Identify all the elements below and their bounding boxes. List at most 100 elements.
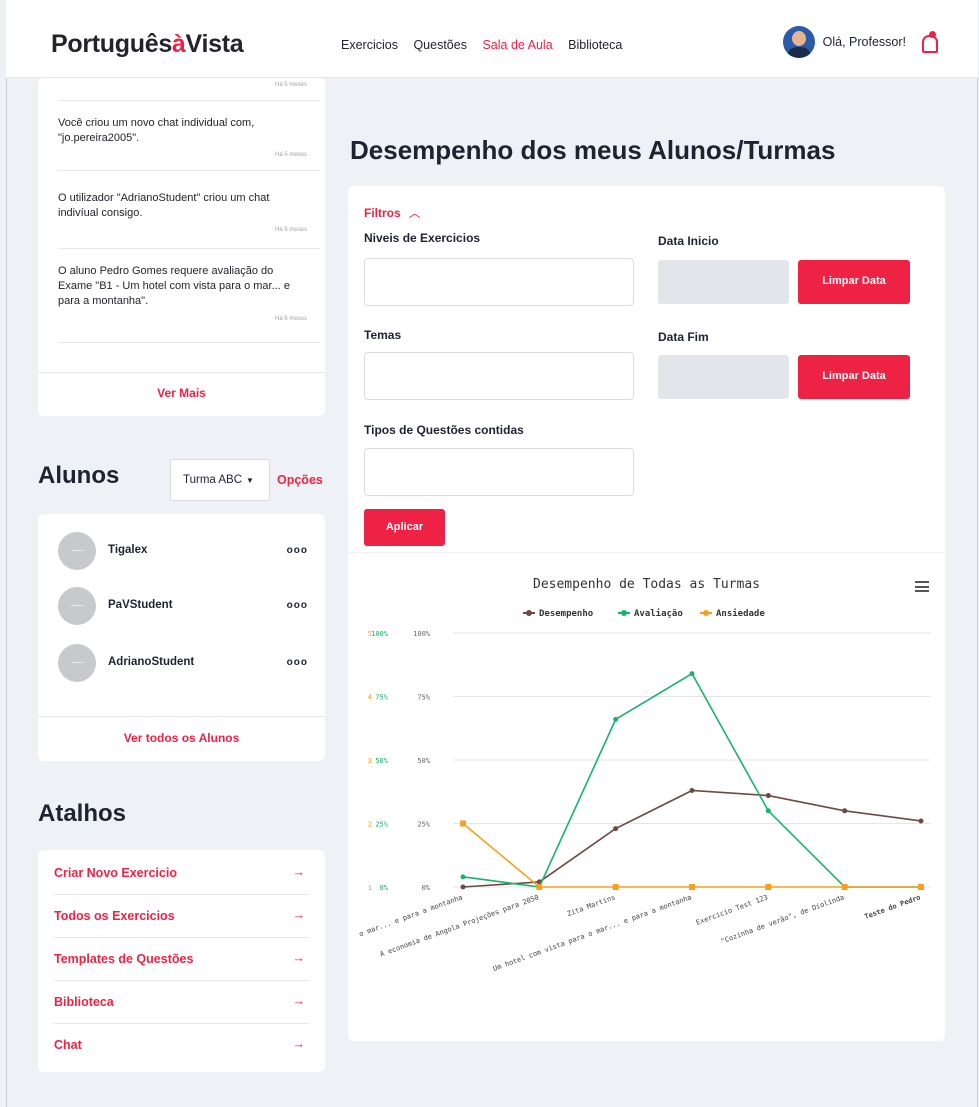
data-point — [918, 818, 924, 824]
clear-start-date-button[interactable]: Limpar Data — [798, 260, 910, 304]
data-point — [689, 884, 695, 890]
shortcuts-title: Atalhos — [38, 800, 127, 827]
start-date-label: Data Inicio — [658, 234, 719, 248]
user-menu[interactable]: Olá, Professor! — [782, 26, 938, 58]
data-point — [460, 820, 466, 827]
y-tick-label: 2 — [368, 821, 372, 829]
students-card: Tigalex ooo PaVStudent ooo AdrianoStuden… — [38, 514, 325, 761]
shortcut-library[interactable]: Biblioteca → — [54, 981, 309, 1024]
main-nav: Exercicios Questões Sala de Aula Bibliot… — [341, 38, 634, 52]
shortcut-all-exercises[interactable]: Todos os Exercicios → — [54, 895, 309, 938]
levels-input[interactable] — [364, 258, 634, 306]
data-point — [842, 808, 848, 814]
shortcut-label: Templates de Questões — [54, 952, 194, 966]
student-name: Tigalex — [108, 544, 148, 556]
data-point — [689, 787, 695, 793]
class-select-value: Turma ABC — [183, 474, 243, 486]
see-more-link[interactable]: Ver Mais — [38, 386, 325, 400]
shortcut-chat[interactable]: Chat → — [54, 1024, 309, 1067]
x-tick-label: Exercicio Test 123 — [695, 893, 769, 926]
arrow-right-icon: → — [292, 951, 306, 965]
data-point — [536, 884, 543, 890]
shortcut-label: Biblioteca — [54, 995, 114, 1009]
legend-marker — [526, 610, 532, 616]
avatar[interactable] — [782, 26, 815, 58]
nav-sala-de-aula[interactable]: Sala de Aula — [482, 38, 552, 52]
notification-bell-icon[interactable] — [920, 31, 938, 53]
question-types-input[interactable] — [364, 448, 634, 496]
student-name: AdrianoStudent — [108, 656, 195, 668]
data-point — [841, 884, 848, 890]
apply-button[interactable]: Aplicar — [364, 509, 445, 546]
student-row[interactable]: Tigalex ooo — [58, 532, 308, 572]
arrow-right-icon: → — [292, 865, 306, 879]
y-tick-label: 1 — [368, 884, 372, 892]
chevron-down-icon: ▼ — [246, 476, 254, 485]
filters-label: Filtros — [364, 206, 401, 220]
nav-questoes[interactable]: Questões — [413, 38, 467, 52]
logo[interactable]: PortuguêsàVista — [51, 30, 244, 59]
divider — [58, 342, 320, 343]
y-tick-label: 3 — [368, 757, 372, 765]
logo-part1: Português — [51, 30, 172, 58]
shortcuts-card: Criar Novo Exercicio → Todos os Exercicio… — [38, 850, 325, 1072]
divider — [38, 716, 325, 717]
class-select[interactable]: Turma ABC ▼ — [170, 459, 270, 501]
filters-toggle[interactable]: Filtros ︿ — [364, 204, 421, 221]
start-date-input[interactable] — [658, 260, 789, 304]
series-line — [462, 822, 921, 888]
student-row[interactable]: PaVStudent ooo — [58, 587, 308, 627]
end-date-label: Data Fim — [658, 330, 709, 344]
line-chart: Desempenho Avaliação Ansiedade1 0% 0%2 25% 25%… — [358, 608, 931, 973]
notification-time: Há 5 meses — [274, 152, 307, 158]
end-date-input[interactable] — [658, 355, 789, 399]
x-tick-label: A economia de Angola Projeções para 2050 — [379, 893, 540, 958]
themes-input[interactable] — [364, 352, 634, 400]
legend-marker — [703, 610, 709, 616]
students-title: Alunos — [38, 462, 120, 489]
y-tick-label: 50% — [417, 757, 430, 765]
more-options-icon[interactable]: ooo — [287, 600, 308, 611]
more-options-icon[interactable]: ooo — [287, 657, 308, 668]
divider — [38, 372, 325, 373]
notification-item[interactable]: O aluno Pedro Gomes requere avaliação do… — [58, 264, 308, 309]
y-tick-label: 50% — [375, 757, 388, 765]
shortcut-new-exercise[interactable]: Criar Novo Exercicio → — [54, 852, 309, 895]
data-point — [918, 884, 924, 890]
shortcut-question-templates[interactable]: Templates de Questões → — [54, 938, 309, 981]
question-types-label: Tipos de Questões contidas — [364, 423, 524, 437]
nav-exercicios[interactable]: Exercicios — [341, 38, 398, 52]
legend-marker — [621, 610, 627, 616]
performance-card: Filtros ︿ Niveis de Exercicios Temas Tipo… — [348, 186, 945, 1041]
data-point — [689, 671, 695, 677]
logo-accent: à — [171, 30, 186, 58]
y-tick-label: 0% — [380, 884, 389, 892]
y-tick-label: 0% — [422, 884, 431, 892]
student-name: PaVStudent — [108, 599, 173, 611]
options-link[interactable]: Opções — [277, 473, 323, 487]
chevron-up-icon: ︿ — [408, 206, 421, 220]
avatar — [58, 587, 96, 625]
themes-label: Temas — [364, 328, 402, 342]
avatar — [58, 644, 96, 682]
notification-time: Há 5 meses — [274, 82, 307, 88]
more-options-icon[interactable]: ooo — [287, 545, 308, 556]
student-row[interactable]: AdrianoStudent ooo — [58, 644, 308, 684]
greeting: Olá, Professor! — [822, 35, 906, 49]
divider — [58, 170, 320, 171]
all-students-link[interactable]: Ver todos os Alunos — [38, 731, 325, 745]
notification-item[interactable]: Você criou um novo chat individual com, … — [58, 116, 308, 146]
arrow-right-icon: → — [292, 1037, 306, 1051]
notification-item[interactable]: O utilizador "AdrianoStudent" criou um c… — [58, 191, 308, 221]
clear-end-date-button[interactable]: Limpar Data — [798, 355, 910, 399]
data-point — [613, 826, 619, 832]
y-tick-label: 25% — [417, 821, 430, 829]
top-navbar: PortuguêsàVista Exercicios Questões Sala… — [6, 0, 978, 78]
arrow-right-icon: → — [292, 908, 306, 922]
y-tick-label: 100% — [371, 630, 389, 638]
nav-biblioteca[interactable]: Biblioteca — [568, 38, 622, 52]
notifications-card: Há 5 meses Você criou um novo chat indiv… — [38, 78, 325, 416]
legend-label: Avaliação — [634, 608, 683, 619]
levels-label: Niveis de Exercicios — [364, 231, 481, 245]
y-tick-label: 25% — [375, 821, 388, 829]
